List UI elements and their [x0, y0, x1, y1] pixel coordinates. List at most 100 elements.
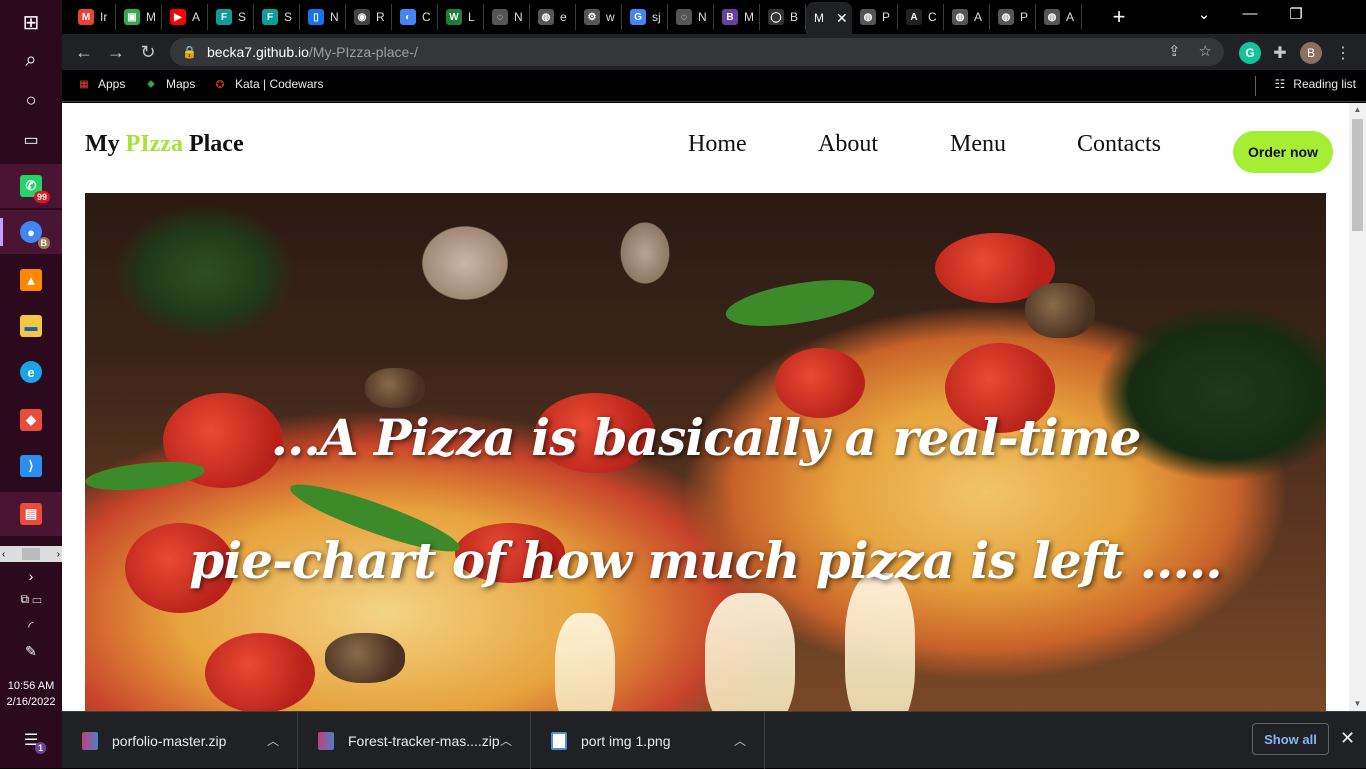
site-logo[interactable]: My PIzza Place	[85, 131, 244, 158]
edge-icon[interactable]: e	[0, 350, 62, 394]
browser-tab[interactable]: AC	[898, 4, 944, 30]
whatsapp-icon[interactable]: ✆ 99	[0, 164, 62, 208]
pen-icon[interactable]: ✎	[0, 643, 62, 660]
profile-avatar[interactable]: B	[1300, 42, 1322, 64]
scrollbar-thumb[interactable]	[1352, 119, 1363, 231]
forward-icon[interactable]: →	[104, 40, 128, 64]
download-shelf: porfolio-master.zip ︿ Forest-tracker-mas…	[62, 711, 1366, 769]
bookmarks-bar: ▦ Apps ⬥ Maps ✪ Kata | Codewars ☷ Readin…	[62, 70, 1366, 102]
browser-tab[interactable]: ◍ A	[944, 4, 990, 30]
task-view-icon[interactable]: ▭	[0, 118, 62, 162]
bookmark-codewars[interactable]: ✪ Kata | Codewars	[213, 77, 323, 91]
image-file-icon	[551, 731, 567, 750]
browser-tab[interactable]: ◍ e	[530, 4, 576, 30]
nav-menu[interactable]: Menu	[950, 131, 1006, 158]
browser-tab[interactable]: ⚙ w	[576, 4, 622, 30]
page-scrollbar[interactable]: ▲ ▼	[1349, 103, 1366, 711]
browser-tab[interactable]: ◐ C	[392, 4, 438, 30]
file-explorer-icon[interactable]: ▬	[0, 304, 62, 348]
tab-favicon-icon: ◐	[400, 9, 416, 25]
search-icon[interactable]: ⌕	[0, 38, 62, 82]
browser-tab[interactable]: WL	[438, 4, 484, 30]
tab-search-chevron-icon[interactable]: ⌄	[1184, 5, 1224, 23]
download-item[interactable]: Forest-tracker-mas....zip ︿	[298, 712, 531, 769]
system-tray-icons[interactable]: ⧉ ▭	[0, 592, 62, 607]
tab-favicon-icon: ⚙	[584, 9, 600, 25]
chevron-up-icon[interactable]: ︿	[500, 732, 512, 749]
bookmark-apps[interactable]: ▦ Apps	[76, 77, 125, 91]
browser-tab[interactable]: FS	[254, 4, 300, 30]
reload-icon[interactable]: ↻	[136, 40, 160, 64]
order-now-button[interactable]: Order now	[1233, 131, 1333, 173]
scroll-up-arrow-icon[interactable]: ▲	[1349, 103, 1366, 117]
browser-tab[interactable]: ◉ R	[346, 4, 392, 30]
cortana-icon[interactable]: ○	[0, 78, 62, 122]
tab-title: B	[790, 10, 799, 24]
chevron-up-icon[interactable]: ︿	[734, 732, 746, 749]
tab-title: A	[192, 10, 201, 24]
show-all-downloads-button[interactable]: Show all	[1252, 723, 1329, 755]
tab-title: M	[744, 10, 754, 24]
chrome-menu-icon[interactable]: ⋮	[1332, 42, 1354, 64]
minimize-button[interactable]: —	[1230, 5, 1270, 22]
browser-tab[interactable]: ▯ N	[300, 4, 346, 30]
taskbar-scrollbar[interactable]: ‹ ›	[0, 546, 62, 562]
tab-favicon-icon: ◍	[952, 9, 968, 25]
vscode-icon[interactable]: ⟩	[0, 444, 62, 488]
address-bar[interactable]: 🔒 becka7.github.io/My-PIzza-place-/ ⇪ ☆	[170, 38, 1224, 66]
new-tab-button[interactable]: +	[1107, 4, 1131, 29]
scroll-down-arrow-icon[interactable]: ▼	[1349, 697, 1366, 711]
vlc-icon[interactable]: ▲	[0, 258, 62, 302]
bookmark-star-icon[interactable]: ☆	[1199, 42, 1212, 60]
browser-tab[interactable]: ▶ A	[162, 4, 208, 30]
tab-active[interactable]: M ✕	[806, 2, 852, 34]
tab-title: Ir	[100, 10, 108, 24]
bookmark-maps[interactable]: ⬥ Maps	[144, 77, 195, 91]
git-icon[interactable]: ◆	[0, 398, 62, 442]
app-window-icon[interactable]: ▤	[0, 492, 62, 536]
back-icon[interactable]: ←	[72, 40, 96, 64]
tab-favicon-icon: ◯	[768, 9, 784, 25]
clock[interactable]: 10:56 AM 2/16/2022	[0, 678, 62, 710]
restore-button[interactable]: ❐	[1276, 5, 1316, 23]
close-tab-icon[interactable]: ✕	[836, 10, 848, 27]
show-more-chevron-icon[interactable]: ›	[0, 568, 62, 584]
browser-tab[interactable]: Gsj	[622, 4, 668, 30]
tab-favicon-icon: M	[78, 9, 94, 25]
download-item[interactable]: porfolio-master.zip ︿	[62, 712, 298, 769]
bookmark-label: Apps	[98, 77, 126, 91]
browser-tab[interactable]: M Ir	[70, 4, 116, 30]
browser-tab[interactable]: ◍ P	[990, 4, 1036, 30]
extensions-puzzle-icon[interactable]: ✚	[1269, 42, 1291, 64]
browser-tab[interactable]: ◍ A	[1036, 4, 1082, 30]
tab-favicon-icon: ◌	[492, 9, 508, 25]
browser-tab[interactable]: ◌ N	[668, 4, 714, 30]
browser-tab[interactable]: ◯ B	[760, 4, 806, 30]
nav-home[interactable]: Home	[688, 131, 747, 158]
browser-tab[interactable]: ◍ P	[852, 4, 898, 30]
browser-tab[interactable]: FS	[208, 4, 254, 30]
grammarly-extension-icon[interactable]: G	[1239, 42, 1261, 64]
close-icon[interactable]: ✕	[1340, 728, 1355, 749]
wifi-icon[interactable]: ◜	[0, 618, 62, 635]
chrome-icon[interactable]: ● B	[0, 210, 62, 254]
browser-tab[interactable]: BM	[714, 4, 760, 30]
clock-time: 10:56 AM	[7, 680, 55, 692]
nav-about[interactable]: About	[818, 131, 878, 158]
chevron-up-icon[interactable]: ︿	[267, 732, 279, 749]
notification-center-icon[interactable]: ☰ 1	[0, 730, 62, 754]
tab-title: S	[238, 10, 247, 24]
hero-pizza-image: ...A Pizza is basically a real-time pie-…	[85, 193, 1326, 711]
share-icon[interactable]: ⇪	[1168, 42, 1181, 60]
reading-list-button[interactable]: ☷ Reading list	[1275, 77, 1356, 91]
hero-quote-line-2: pie-chart of how much pizza is left ....…	[189, 531, 1222, 590]
tab-favicon-icon: B	[722, 9, 738, 25]
bookmark-label: Maps	[166, 77, 196, 91]
browser-tab[interactable]: ▣ M	[116, 4, 162, 30]
tab-favicon-icon: W	[446, 9, 462, 25]
tab-favicon-icon: ◍	[860, 9, 876, 25]
browser-tab[interactable]: ◌ N	[484, 4, 530, 30]
nav-contacts[interactable]: Contacts	[1077, 131, 1161, 158]
tab-title: P	[882, 10, 891, 24]
download-item[interactable]: port img 1.png ︿	[531, 712, 765, 769]
